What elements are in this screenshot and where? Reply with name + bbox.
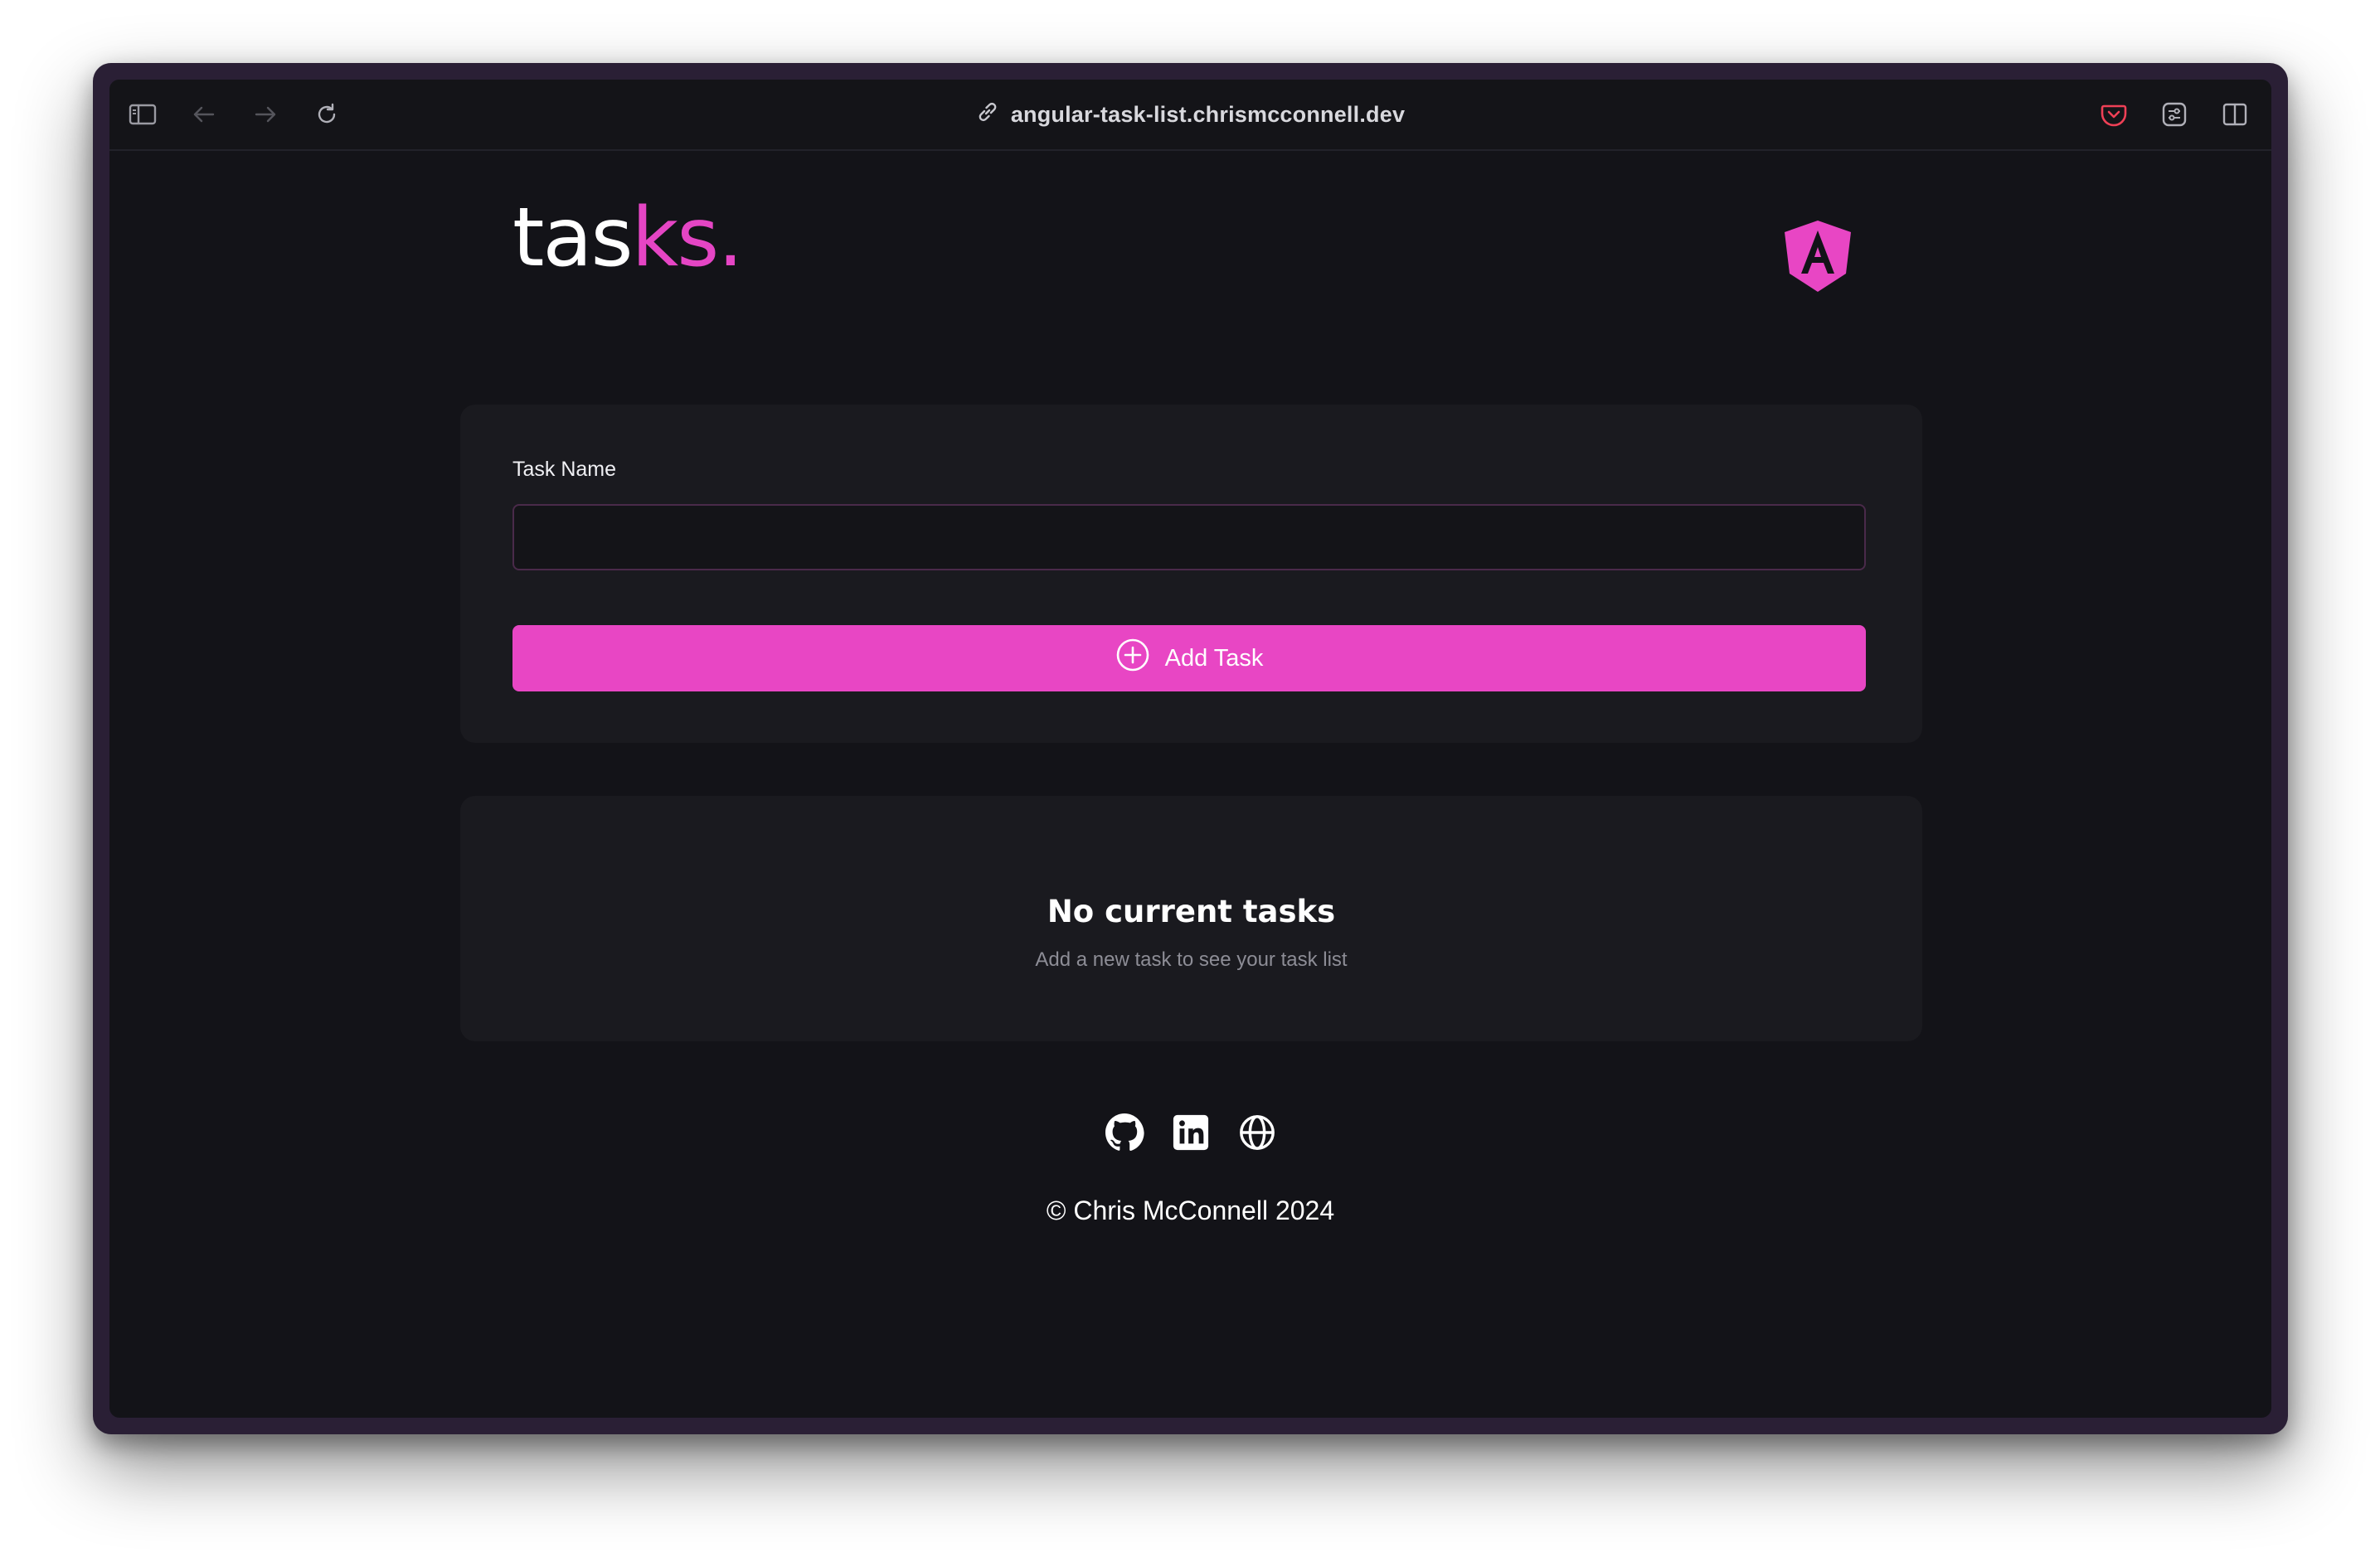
logo-text-main: tas (512, 191, 634, 285)
social-links (109, 1113, 2271, 1152)
add-task-label: Add Task (1164, 644, 1264, 672)
task-list-card: No current tasks Add a new task to see y… (460, 796, 1922, 1041)
empty-state-title: No current tasks (1047, 894, 1336, 929)
browser-viewport: angular-task-list.chrismcconnell.dev tas… (109, 80, 2271, 1418)
url-text: angular-task-list.chrismcconnell.dev (1010, 101, 1406, 127)
browser-toolbar: angular-task-list.chrismcconnell.dev (109, 80, 2271, 151)
browser-window: angular-task-list.chrismcconnell.dev tas… (93, 63, 2288, 1434)
address-bar[interactable]: angular-task-list.chrismcconnell.dev (109, 80, 2271, 149)
pocket-icon[interactable] (2099, 99, 2129, 129)
angular-logo-icon (1783, 219, 1853, 293)
link-icon (976, 100, 999, 129)
linkedin-icon[interactable] (1171, 1113, 1211, 1152)
copyright-text: © Chris McConnell 2024 (1046, 1196, 1335, 1225)
extensions-icon[interactable] (2159, 99, 2189, 129)
plus-circle-icon (1115, 638, 1150, 679)
add-task-button[interactable]: Add Task (512, 625, 1866, 691)
globe-icon[interactable] (1237, 1113, 1277, 1152)
task-name-label: Task Name (512, 458, 617, 481)
empty-state-subtitle: Add a new task to see your task list (1035, 948, 1348, 971)
task-name-input[interactable] (512, 504, 1866, 570)
logo-text-accent: ks. (631, 191, 744, 285)
app-logo: tasks. (512, 197, 744, 279)
page-content: tasks. Task Name Add Task No current tas… (109, 151, 2271, 1418)
github-icon[interactable] (1105, 1113, 1144, 1152)
split-view-icon[interactable] (2220, 99, 2250, 129)
add-task-card: Task Name Add Task (460, 405, 1922, 743)
